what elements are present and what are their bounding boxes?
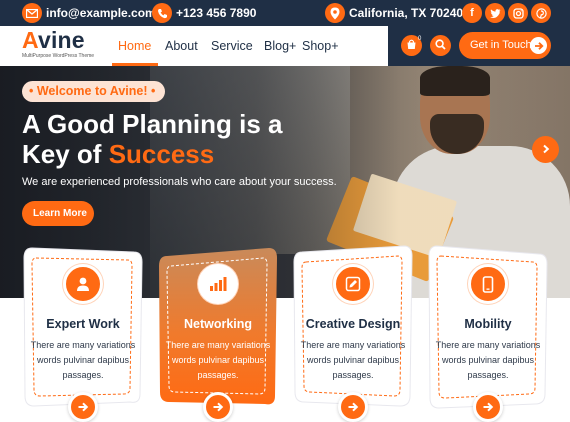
arrow-right-icon [78, 402, 89, 412]
hero-title-line-2: Key of Success [22, 139, 215, 169]
search-button[interactable] [430, 35, 451, 56]
top-email[interactable]: info@example.com [46, 6, 156, 20]
hero-title-line-1: A Good Planning is a [22, 109, 283, 139]
slider-next-button[interactable] [532, 136, 559, 163]
bar-chart-icon [198, 264, 238, 304]
card-arrow-button[interactable] [68, 392, 98, 422]
top-bar: info@example.com +123 456 7890 Californi… [0, 0, 570, 26]
service-card-description: There are many variations words pulvinar… [30, 340, 136, 380]
service-card-expert-work[interactable]: Expert Work There are many variations wo… [22, 244, 143, 422]
mobile-icon [468, 264, 508, 304]
get-in-touch-label: Get in Touch [470, 39, 532, 51]
cart-icon [406, 37, 417, 55]
top-phone[interactable]: +123 456 7890 [176, 6, 256, 20]
service-card-description: There are many variations words pulvinar… [435, 340, 541, 380]
nav-shop[interactable]: Shop+ [302, 39, 339, 53]
nav-about[interactable]: About [165, 39, 198, 53]
service-card-title: Networking [183, 317, 253, 331]
nav-home[interactable]: Home [118, 39, 151, 53]
phone-icon [152, 3, 172, 23]
search-icon [435, 37, 446, 55]
service-card-networking[interactable]: Networking There are many variations wor… [157, 244, 277, 422]
get-in-touch-button[interactable]: Get in Touch [459, 32, 551, 59]
instagram-icon[interactable] [508, 3, 528, 23]
chevron-right-icon [541, 141, 551, 159]
top-location: California, TX 70240 [349, 6, 464, 20]
email-icon [22, 3, 42, 23]
site-tagline: MultiPurpose WordPress Theme [22, 53, 95, 59]
nav-service[interactable]: Service [211, 39, 253, 53]
arrow-right-icon [483, 402, 494, 412]
user-icon [63, 264, 103, 304]
site-logo[interactable]: Avine [22, 28, 85, 52]
location-icon [325, 3, 345, 23]
card-arrow-button[interactable] [338, 392, 368, 422]
pinterest-icon[interactable] [531, 3, 551, 23]
arrow-right-icon [213, 402, 224, 412]
nav-blog[interactable]: Blog+ [264, 39, 296, 53]
cart-count-badge: 0 [418, 36, 422, 42]
welcome-badge: • Welcome to Avine! • [22, 81, 165, 102]
service-card-creative-design[interactable]: Creative Design There are many variation… [292, 244, 413, 422]
arrow-right-icon [530, 37, 547, 54]
service-card-description: There are many variations words pulvinar… [165, 340, 271, 380]
hero-subtitle: We are experienced professionals who car… [22, 176, 337, 188]
pencil-icon [333, 264, 373, 304]
card-arrow-button[interactable] [473, 392, 503, 422]
service-card-title: Mobility [464, 317, 512, 331]
facebook-icon[interactable]: f [462, 3, 482, 23]
arrow-right-icon [348, 402, 359, 412]
learn-more-button[interactable]: Learn More [22, 201, 94, 226]
service-card-mobility[interactable]: Mobility There are many variations words… [427, 244, 548, 422]
service-card-title: Expert Work [46, 317, 120, 331]
hero-title-highlight: Success [108, 139, 215, 169]
service-card-description: There are many variations words pulvinar… [300, 340, 406, 380]
twitter-icon[interactable] [485, 3, 505, 23]
service-card-title: Creative Design [305, 317, 401, 331]
card-arrow-button[interactable] [203, 392, 233, 422]
